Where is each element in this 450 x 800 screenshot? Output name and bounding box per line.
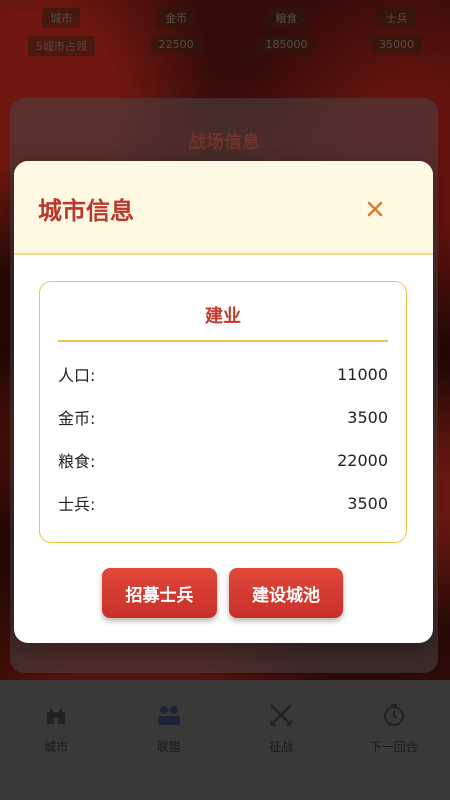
gold-label: 金币: (58, 409, 96, 428)
food-value: 22000 (337, 450, 388, 470)
population-value: 11000 (337, 364, 388, 384)
gold-row: 金币: 3500 (58, 405, 388, 429)
gold-value: 3500 (347, 407, 388, 427)
close-button[interactable] (363, 197, 387, 221)
city-info-card: 建业 人口: 11000 金币: 3500 粮食: 22000 士兵: 3500 (39, 281, 407, 543)
food-label: 粮食: (58, 452, 96, 471)
soldiers-row: 士兵: 3500 (58, 491, 388, 515)
population-label: 人口: (58, 366, 96, 385)
city-name: 建业 (58, 302, 388, 342)
food-row: 粮食: 22000 (58, 448, 388, 472)
recruit-soldiers-button[interactable]: 招募士兵 (102, 568, 217, 618)
soldiers-label: 士兵: (58, 495, 96, 514)
modal-title: 城市信息 (38, 197, 134, 225)
build-city-button[interactable]: 建设城池 (229, 568, 343, 618)
modal-header: 城市信息 (14, 161, 433, 255)
city-info-modal: 城市信息 建业 人口: 11000 金币: 3500 粮食: 22000 士兵:… (14, 161, 433, 643)
close-icon (367, 201, 383, 217)
population-row: 人口: 11000 (58, 362, 388, 386)
soldiers-value: 3500 (347, 493, 388, 513)
